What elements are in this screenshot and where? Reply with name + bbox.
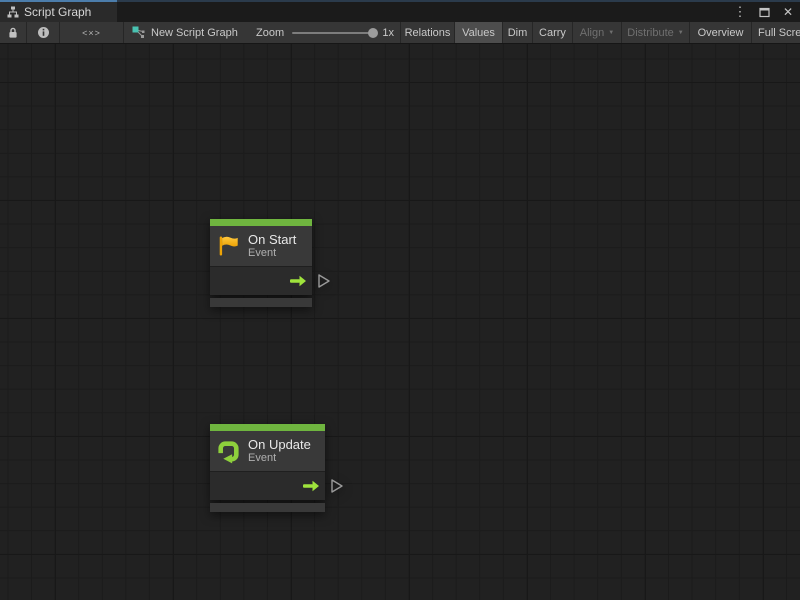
fullscreen-button[interactable]: Full Screen: [752, 22, 800, 43]
graph-name-label: New Script Graph: [151, 27, 238, 39]
values-button[interactable]: Values: [455, 22, 503, 43]
node-subtitle: Event: [248, 247, 296, 260]
graph-hierarchy-icon: [7, 6, 19, 18]
graph-breadcrumb[interactable]: New Script Graph: [124, 22, 256, 43]
node-header[interactable]: On Start Event: [210, 226, 312, 266]
loop-icon: [216, 439, 241, 464]
node-on-start[interactable]: On Start Event: [210, 219, 312, 307]
window-menu-icon[interactable]: ⋮: [732, 4, 748, 20]
node-title: On Update: [248, 437, 311, 452]
zoom-control: Zoom 1x: [256, 22, 401, 43]
node-port-row: [210, 471, 325, 500]
close-icon[interactable]: ✕: [780, 4, 796, 20]
node-subtitle: Event: [248, 452, 311, 465]
lock-icon: [8, 27, 18, 39]
zoom-label: Zoom: [256, 27, 284, 39]
align-dropdown[interactable]: Align ▼: [573, 22, 622, 43]
lock-button[interactable]: [0, 22, 27, 43]
zoom-slider-handle[interactable]: [368, 28, 378, 38]
toolbar: <×> New Script Graph Zoom 1x Relations V…: [0, 22, 800, 44]
node-title: On Start: [248, 232, 296, 247]
zoom-slider[interactable]: [292, 32, 374, 34]
code-view-button[interactable]: <×>: [60, 22, 124, 43]
node-port-row: [210, 266, 312, 295]
tab-label: Script Graph: [24, 5, 91, 19]
node-on-update[interactable]: On Update Event: [210, 424, 325, 512]
node-titles: On Update Event: [248, 437, 311, 465]
graph-canvas[interactable]: On Start Event: [0, 44, 800, 600]
node-footer[interactable]: [210, 503, 325, 512]
event-color-bar: [210, 219, 312, 226]
exec-port-icon[interactable]: [330, 478, 344, 494]
node-titles: On Start Event: [248, 232, 296, 260]
chevron-down-icon: ▼: [678, 30, 684, 36]
exec-output-arrow-icon[interactable]: [289, 275, 307, 287]
overview-button[interactable]: Overview: [690, 22, 752, 43]
info-button[interactable]: [27, 22, 60, 43]
distribute-dropdown[interactable]: Distribute ▼: [622, 22, 690, 43]
event-color-bar: [210, 424, 325, 431]
script-graph-window: Script Graph ⋮ ✕: [0, 0, 800, 600]
dim-button[interactable]: Dim: [503, 22, 533, 43]
zoom-value: 1x: [382, 27, 394, 39]
exec-output-arrow-icon[interactable]: [302, 480, 320, 492]
window-controls: ⋮ ✕: [732, 2, 796, 22]
exec-port-icon[interactable]: [317, 273, 331, 289]
node-header[interactable]: On Update Event: [210, 431, 325, 471]
maximize-icon[interactable]: [756, 4, 772, 20]
relations-button[interactable]: Relations: [401, 22, 455, 43]
tab-script-graph[interactable]: Script Graph: [0, 2, 117, 22]
chevron-down-icon: ▼: [608, 30, 614, 36]
new-graph-icon: [132, 26, 145, 39]
node-footer[interactable]: [210, 298, 312, 307]
info-icon: [37, 26, 50, 39]
flag-icon: [216, 234, 241, 258]
carry-button[interactable]: Carry: [533, 22, 573, 43]
tab-bar: Script Graph ⋮ ✕: [0, 2, 800, 22]
